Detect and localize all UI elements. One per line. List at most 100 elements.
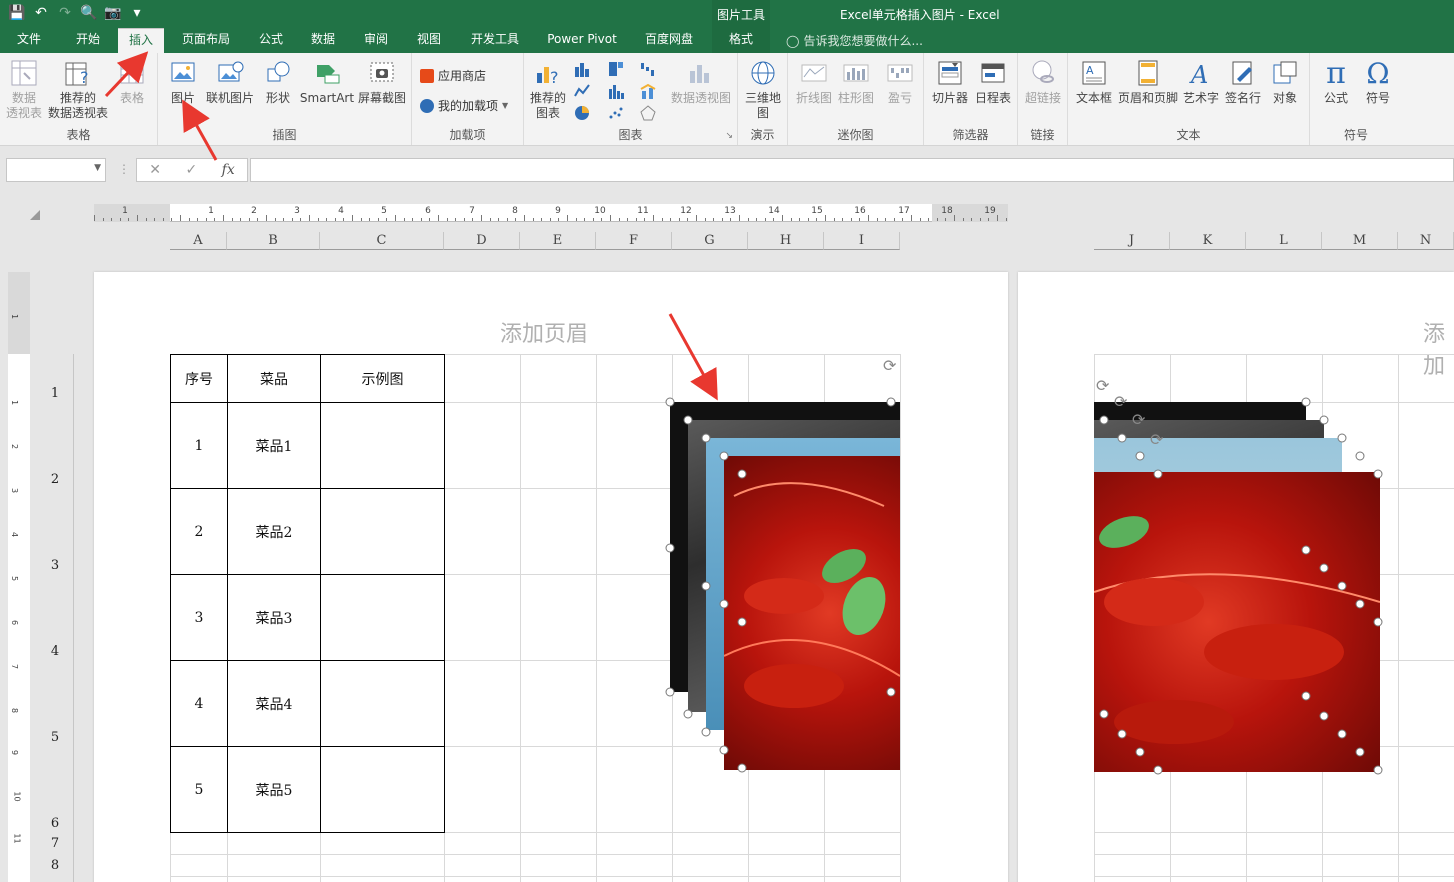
row-header-5[interactable]: 5	[36, 730, 74, 745]
resize-handle[interactable]	[1373, 617, 1383, 627]
resize-handle[interactable]	[1337, 581, 1347, 591]
column-header-i[interactable]: I	[824, 232, 900, 250]
resize-handle[interactable]	[1319, 711, 1329, 721]
pivotchart-button[interactable]: 数据透视图	[668, 57, 734, 106]
sparkline-winloss-button[interactable]: 盈亏	[880, 57, 920, 106]
row-header-4[interactable]: 4	[36, 644, 74, 659]
resize-handle[interactable]	[1153, 765, 1163, 775]
combo-chart-icon[interactable]	[640, 83, 656, 99]
sparkline-column-button[interactable]: 柱形图	[836, 57, 876, 106]
resize-handle[interactable]	[665, 687, 675, 697]
pie-chart-icon[interactable]	[574, 105, 590, 121]
camera-icon[interactable]: 📷	[102, 2, 124, 24]
store-button[interactable]: 应用商店	[420, 67, 486, 84]
resize-handle[interactable]	[683, 709, 693, 719]
undo-icon[interactable]: ↶	[30, 2, 52, 24]
rotate-handle-icon[interactable]: ⟳	[1096, 378, 1112, 394]
resize-handle[interactable]	[1099, 415, 1109, 425]
screenshot-button[interactable]: 屏幕截图	[356, 57, 408, 106]
slicer-button[interactable]: 切片器	[928, 57, 972, 106]
resize-handle[interactable]	[719, 599, 729, 609]
enter-icon[interactable]: ✓	[185, 162, 197, 178]
column-header-m[interactable]: M	[1322, 232, 1398, 250]
waterfall-chart-icon[interactable]	[640, 61, 656, 77]
splitter-icon[interactable]: ⋮	[118, 162, 130, 176]
radar-chart-icon[interactable]	[640, 105, 656, 121]
table-cell[interactable]: 菜品3	[227, 574, 321, 661]
resize-handle[interactable]	[1337, 729, 1347, 739]
column-chart-icon[interactable]	[574, 61, 590, 77]
tab-view[interactable]: 视图	[406, 28, 452, 53]
column-header-n[interactable]: N	[1398, 232, 1454, 250]
crayfish-picture[interactable]	[724, 456, 900, 770]
statistic-chart-icon[interactable]	[608, 83, 624, 99]
tab-power-pivot[interactable]: Power Pivot	[538, 28, 626, 53]
tab-format[interactable]: 格式	[712, 28, 770, 53]
column-header-a[interactable]: A	[170, 232, 227, 250]
header-placeholder-page-2[interactable]: 添加	[1423, 316, 1454, 380]
tab-home[interactable]: 开始	[62, 28, 114, 53]
cancel-icon[interactable]: ✕	[149, 162, 161, 178]
customize-qat-icon[interactable]: ▾	[126, 2, 148, 24]
tell-me-box[interactable]: ◯ 告诉我您想要做什么...	[786, 28, 923, 53]
table-header-cell[interactable]: 菜品	[227, 354, 321, 403]
row-header-8[interactable]: 8	[36, 858, 74, 873]
table-cell[interactable]: 菜品4	[227, 660, 321, 747]
column-header-g[interactable]: G	[672, 232, 748, 250]
print-preview-icon[interactable]: 🔍	[78, 2, 100, 24]
resize-handle[interactable]	[1117, 433, 1127, 443]
resize-handle[interactable]	[737, 617, 747, 627]
table-cell[interactable]: 2	[170, 488, 228, 575]
object-button[interactable]: 对象	[1266, 57, 1304, 106]
column-header-e[interactable]: E	[520, 232, 596, 250]
resize-handle[interactable]	[1135, 451, 1145, 461]
resize-handle[interactable]	[701, 727, 711, 737]
resize-handle[interactable]	[719, 451, 729, 461]
column-header-c[interactable]: C	[320, 232, 444, 250]
table-button[interactable]: 表格	[114, 57, 150, 106]
table-cell[interactable]: 菜品5	[227, 746, 321, 833]
resize-handle[interactable]	[886, 397, 896, 407]
column-header-j[interactable]: J	[1094, 232, 1170, 250]
rotate-handle-icon[interactable]: ⟳	[1132, 412, 1148, 428]
table-cell[interactable]: 菜品2	[227, 488, 321, 575]
table-cell[interactable]: 5	[170, 746, 228, 833]
resize-handle[interactable]	[665, 543, 675, 553]
name-box[interactable]: ▼	[6, 158, 106, 182]
resize-handle[interactable]	[1301, 545, 1311, 555]
resize-handle[interactable]	[1301, 691, 1311, 701]
resize-handle[interactable]	[1099, 709, 1109, 719]
3d-map-button[interactable]: 三维地 图	[742, 57, 784, 121]
online-picture-button[interactable]: 联机图片	[204, 57, 256, 106]
resize-handle[interactable]	[737, 763, 747, 773]
resize-handle[interactable]	[1337, 433, 1347, 443]
hyperlink-button[interactable]: 超链接	[1022, 57, 1064, 106]
column-header-l[interactable]: L	[1246, 232, 1322, 250]
tab-review[interactable]: 审阅	[353, 28, 399, 53]
resize-handle[interactable]	[1355, 451, 1365, 461]
scatter-chart-icon[interactable]	[608, 105, 624, 121]
resize-handle[interactable]	[1135, 747, 1145, 757]
tab-file[interactable]: 文件	[6, 28, 52, 53]
table-cell[interactable]	[320, 574, 445, 661]
column-header-b[interactable]: B	[227, 232, 320, 250]
column-header-d[interactable]: D	[444, 232, 520, 250]
resize-handle[interactable]	[737, 469, 747, 479]
textbox-button[interactable]: A 文本框	[1072, 57, 1116, 106]
redo-icon[interactable]: ↷	[54, 2, 76, 24]
line-chart-icon[interactable]	[574, 83, 590, 99]
sparkline-line-button[interactable]: 折线图	[794, 57, 834, 106]
resize-handle[interactable]	[665, 397, 675, 407]
resize-handle[interactable]	[1319, 415, 1329, 425]
resize-handle[interactable]	[886, 687, 896, 697]
shapes-button[interactable]: 形状	[258, 57, 298, 106]
table-cell[interactable]: 1	[170, 402, 228, 489]
resize-handle[interactable]	[701, 433, 711, 443]
resize-handle[interactable]	[719, 745, 729, 755]
rotate-handle-icon[interactable]: ⟳	[883, 358, 899, 374]
resize-handle[interactable]	[683, 415, 693, 425]
recommended-pivottable-button[interactable]: ? 推荐的 数据透视表	[46, 57, 110, 121]
insert-function-button[interactable]: fx	[222, 162, 235, 178]
table-header-cell[interactable]: 示例图	[320, 354, 445, 403]
wordart-button[interactable]: A 艺术字	[1180, 57, 1222, 106]
